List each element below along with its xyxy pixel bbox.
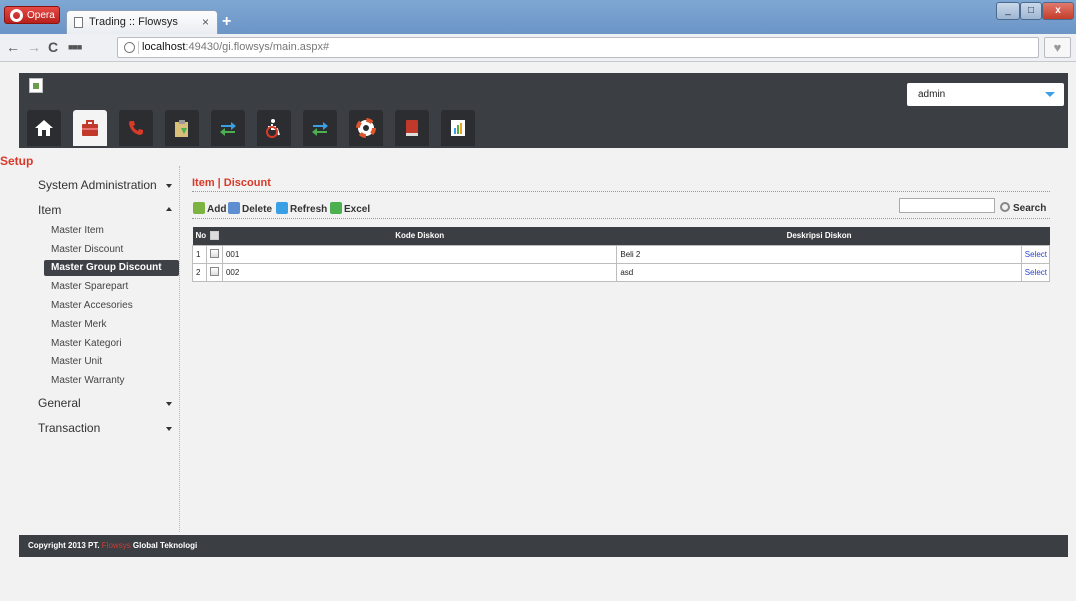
sidebar-item-master-accesories[interactable]: Master Accesories bbox=[51, 300, 133, 311]
sidebar-group-item[interactable]: Item bbox=[38, 203, 61, 217]
excel-icon bbox=[330, 202, 342, 214]
home-icon bbox=[35, 120, 53, 136]
setup-menu-button[interactable] bbox=[73, 110, 107, 146]
broken-image-icon bbox=[29, 78, 43, 93]
accessibility-menu-button[interactable] bbox=[257, 110, 291, 146]
divider bbox=[192, 191, 1050, 192]
bookmark-heart-icon[interactable]: ♥ bbox=[1044, 37, 1071, 58]
chevron-down-icon[interactable] bbox=[166, 427, 172, 431]
column-deskripsi-diskon: Deskripsi Diskon bbox=[616, 227, 1022, 245]
phone-menu-button[interactable] bbox=[119, 110, 153, 146]
globe-icon bbox=[124, 42, 135, 53]
speed-dial-icon[interactable]: ■■■ bbox=[68, 42, 82, 52]
opera-logo-icon bbox=[10, 9, 23, 22]
table-row: 1 001 Beli 2 Select bbox=[192, 244, 1051, 264]
sidebar-item-master-warranty[interactable]: Master Warranty bbox=[51, 375, 125, 386]
row-no: 1 bbox=[192, 244, 207, 264]
exchange-icon bbox=[220, 122, 236, 136]
search-input[interactable] bbox=[899, 198, 995, 213]
sidebar-item-master-sparepart[interactable]: Master Sparepart bbox=[51, 281, 128, 292]
accessibility-icon bbox=[266, 119, 280, 138]
url-path: :49430/gi.flowsys/main.aspx# bbox=[185, 41, 330, 53]
row-no: 2 bbox=[192, 262, 207, 282]
page-icon bbox=[74, 17, 83, 28]
back-arrow-icon[interactable]: ← bbox=[6, 39, 20, 55]
row-deskripsi: Beli 2 bbox=[616, 244, 1022, 264]
divider bbox=[192, 218, 1050, 219]
close-window-button[interactable]: x bbox=[1042, 2, 1074, 20]
home-menu-button[interactable] bbox=[27, 110, 61, 146]
tab-close-icon[interactable]: × bbox=[202, 11, 209, 33]
delete-button[interactable]: Delete bbox=[228, 202, 272, 215]
opera-menu-button[interactable]: Opera bbox=[4, 6, 60, 24]
table-row: 2 002 asd Select bbox=[192, 262, 1051, 282]
exchange-menu-button[interactable] bbox=[211, 110, 245, 146]
tab-title: Trading :: Flowsys bbox=[89, 16, 178, 28]
table-header: No Kode Diskon Deskripsi Diskon bbox=[192, 227, 1050, 245]
search-button[interactable]: Search bbox=[1000, 202, 1046, 214]
browser-tab[interactable]: Trading :: Flowsys × bbox=[66, 10, 218, 34]
row-deskripsi: asd bbox=[616, 262, 1022, 282]
delete-icon bbox=[228, 202, 240, 214]
sidebar-group-transaction[interactable]: Transaction bbox=[38, 421, 100, 435]
sidebar-item-master-unit[interactable]: Master Unit bbox=[51, 356, 102, 367]
briefcase-icon bbox=[82, 120, 98, 136]
support-menu-button[interactable] bbox=[349, 110, 383, 146]
chevron-up-icon[interactable] bbox=[166, 207, 172, 211]
sidebar-group-system-administration[interactable]: System Administration bbox=[38, 178, 157, 192]
chevron-down-icon[interactable] bbox=[166, 402, 172, 406]
refresh-icon bbox=[276, 202, 288, 214]
url-host: localhost bbox=[142, 41, 186, 53]
footer-brand: Flowsys bbox=[101, 541, 131, 550]
clipboard-menu-button[interactable] bbox=[165, 110, 199, 146]
address-bar: ← → C ■■■ localhost:49430/gi.flowsys/mai… bbox=[0, 34, 1076, 62]
browser-titlebar: Opera Trading :: Flowsys × + _ □ x bbox=[0, 0, 1076, 34]
report-menu-button[interactable] bbox=[441, 110, 475, 146]
url-input[interactable]: localhost:49430/gi.flowsys/main.aspx# bbox=[117, 37, 1039, 58]
column-no: No bbox=[192, 227, 207, 245]
add-icon bbox=[193, 202, 205, 214]
search-icon bbox=[1000, 202, 1010, 212]
select-all-checkbox[interactable] bbox=[209, 230, 219, 240]
row-kode: 001 bbox=[221, 244, 618, 264]
maximize-button[interactable]: □ bbox=[1020, 2, 1042, 20]
column-kode-diskon: Kode Diskon bbox=[222, 227, 617, 245]
sidebar-item-master-item[interactable]: Master Item bbox=[51, 225, 104, 236]
footer: Copyright 2013 PT. Flowsys Global Teknol… bbox=[19, 535, 1068, 557]
chevron-down-icon[interactable] bbox=[166, 184, 172, 188]
chevron-down-icon bbox=[1045, 92, 1055, 97]
sidebar-item-master-group-discount[interactable]: Master Group Discount bbox=[44, 260, 179, 276]
sidebar-group-general[interactable]: General bbox=[38, 396, 81, 410]
refresh-button[interactable]: Refresh bbox=[276, 202, 327, 215]
row-checkbox[interactable] bbox=[209, 249, 219, 258]
transfer-icon bbox=[312, 122, 328, 136]
lifebuoy-icon bbox=[356, 118, 376, 138]
minimize-button[interactable]: _ bbox=[996, 2, 1020, 20]
row-kode: 002 bbox=[221, 262, 618, 282]
sidebar-item-master-discount[interactable]: Master Discount bbox=[51, 244, 123, 255]
page-title: Item | Discount bbox=[192, 177, 271, 189]
excel-button[interactable]: Excel bbox=[330, 202, 370, 215]
discount-table: No Kode Diskon Deskripsi Diskon 1 001 Be… bbox=[192, 227, 1051, 282]
new-tab-button[interactable]: + bbox=[222, 14, 231, 30]
select-link[interactable]: Select bbox=[1020, 244, 1051, 264]
book-icon bbox=[406, 120, 418, 136]
forward-arrow-icon[interactable]: → bbox=[27, 39, 41, 55]
sidebar-item-master-kategori[interactable]: Master Kategori bbox=[51, 338, 122, 349]
sidebar-item-master-merk[interactable]: Master Merk bbox=[51, 319, 107, 330]
reload-icon[interactable]: C bbox=[48, 39, 58, 55]
column-action bbox=[1021, 227, 1050, 245]
report-icon bbox=[451, 120, 465, 136]
add-button[interactable]: Add bbox=[193, 202, 226, 215]
book-menu-button[interactable] bbox=[395, 110, 429, 146]
clipboard-icon bbox=[175, 120, 188, 137]
sidebar: System Administration Item Master Item M… bbox=[0, 166, 180, 532]
transfer-menu-button[interactable] bbox=[303, 110, 337, 146]
select-link[interactable]: Select bbox=[1020, 262, 1051, 282]
row-checkbox[interactable] bbox=[209, 267, 219, 276]
phone-icon bbox=[129, 121, 143, 135]
user-select[interactable]: admin bbox=[907, 83, 1064, 106]
